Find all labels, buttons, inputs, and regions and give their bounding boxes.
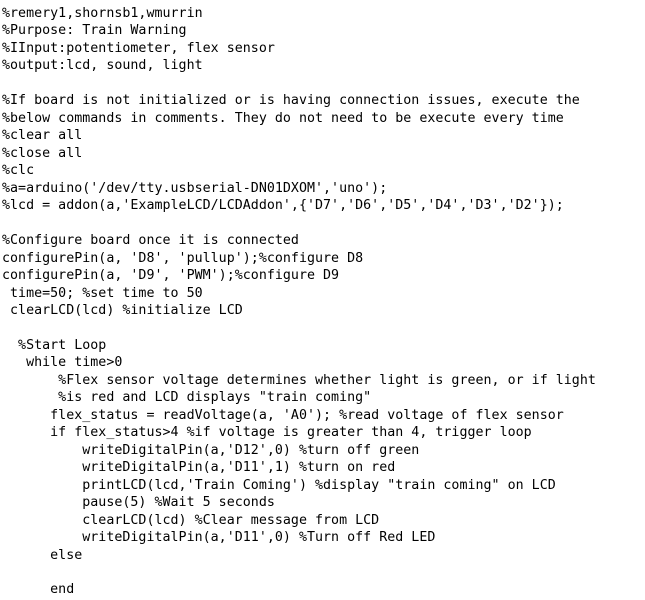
code-line: %Start Loop bbox=[2, 337, 107, 353]
code-line: clearLCD(lcd) %initialize LCD bbox=[2, 302, 243, 318]
code-line: pause(5) %Wait 5 seconds bbox=[2, 495, 275, 511]
code-line: %IInput:potentiometer, flex sensor bbox=[2, 40, 275, 56]
code-line: %is red and LCD displays "train coming" bbox=[2, 390, 372, 406]
code-line: end bbox=[2, 582, 75, 598]
code-line: %lcd = addon(a,'ExampleLCD/LCDAddon',{'D… bbox=[2, 198, 564, 214]
code-line: %Flex sensor voltage determines whether … bbox=[2, 372, 596, 388]
code-line: %If board is not initialized or is havin… bbox=[2, 93, 580, 109]
code-line: %close all bbox=[2, 145, 83, 161]
code-line: %Purpose: Train Warning bbox=[2, 23, 187, 39]
code-line: configurePin(a, 'D9', 'PWM');%configure … bbox=[2, 268, 340, 284]
code-line: clearLCD(lcd) %Clear message from LCD bbox=[2, 512, 380, 528]
code-line: configurePin(a, 'D8', 'pullup');%configu… bbox=[2, 250, 364, 266]
code-line: time=50; %set time to 50 bbox=[2, 285, 203, 301]
code-listing: %remery1,shornsb1,wmurrin %Purpose: Train… bbox=[0, 0, 645, 600]
code-line: %below commands in comments. They do not… bbox=[2, 110, 564, 126]
code-line: writeDigitalPin(a,'D12',0) %turn off gre… bbox=[2, 442, 420, 458]
code-line: %Configure board once it is connected bbox=[2, 233, 299, 249]
code-line: else bbox=[2, 547, 83, 563]
code-line: writeDigitalPin(a,'D11',1) %turn on red bbox=[2, 460, 396, 476]
code-line: while time>0 bbox=[2, 355, 123, 371]
code-line: %clear all bbox=[2, 128, 83, 144]
code-line: if flex_status>4 %if voltage is greater … bbox=[2, 425, 532, 441]
code-line: writeDigitalPin(a,'D11',0) %Turn off Red… bbox=[2, 530, 436, 546]
code-line: %remery1,shornsb1,wmurrin bbox=[2, 6, 203, 21]
code-line: flex_status = readVoltage(a, 'A0'); %rea… bbox=[2, 407, 564, 423]
code-line: %a=arduino('/dev/tty.usbserial-DN01DXOM'… bbox=[2, 180, 388, 196]
code-line: printLCD(lcd,'Train Coming') %display "t… bbox=[2, 477, 556, 493]
code-line: %output:lcd, sound, light bbox=[2, 58, 203, 74]
code-line: %clc bbox=[2, 163, 35, 179]
